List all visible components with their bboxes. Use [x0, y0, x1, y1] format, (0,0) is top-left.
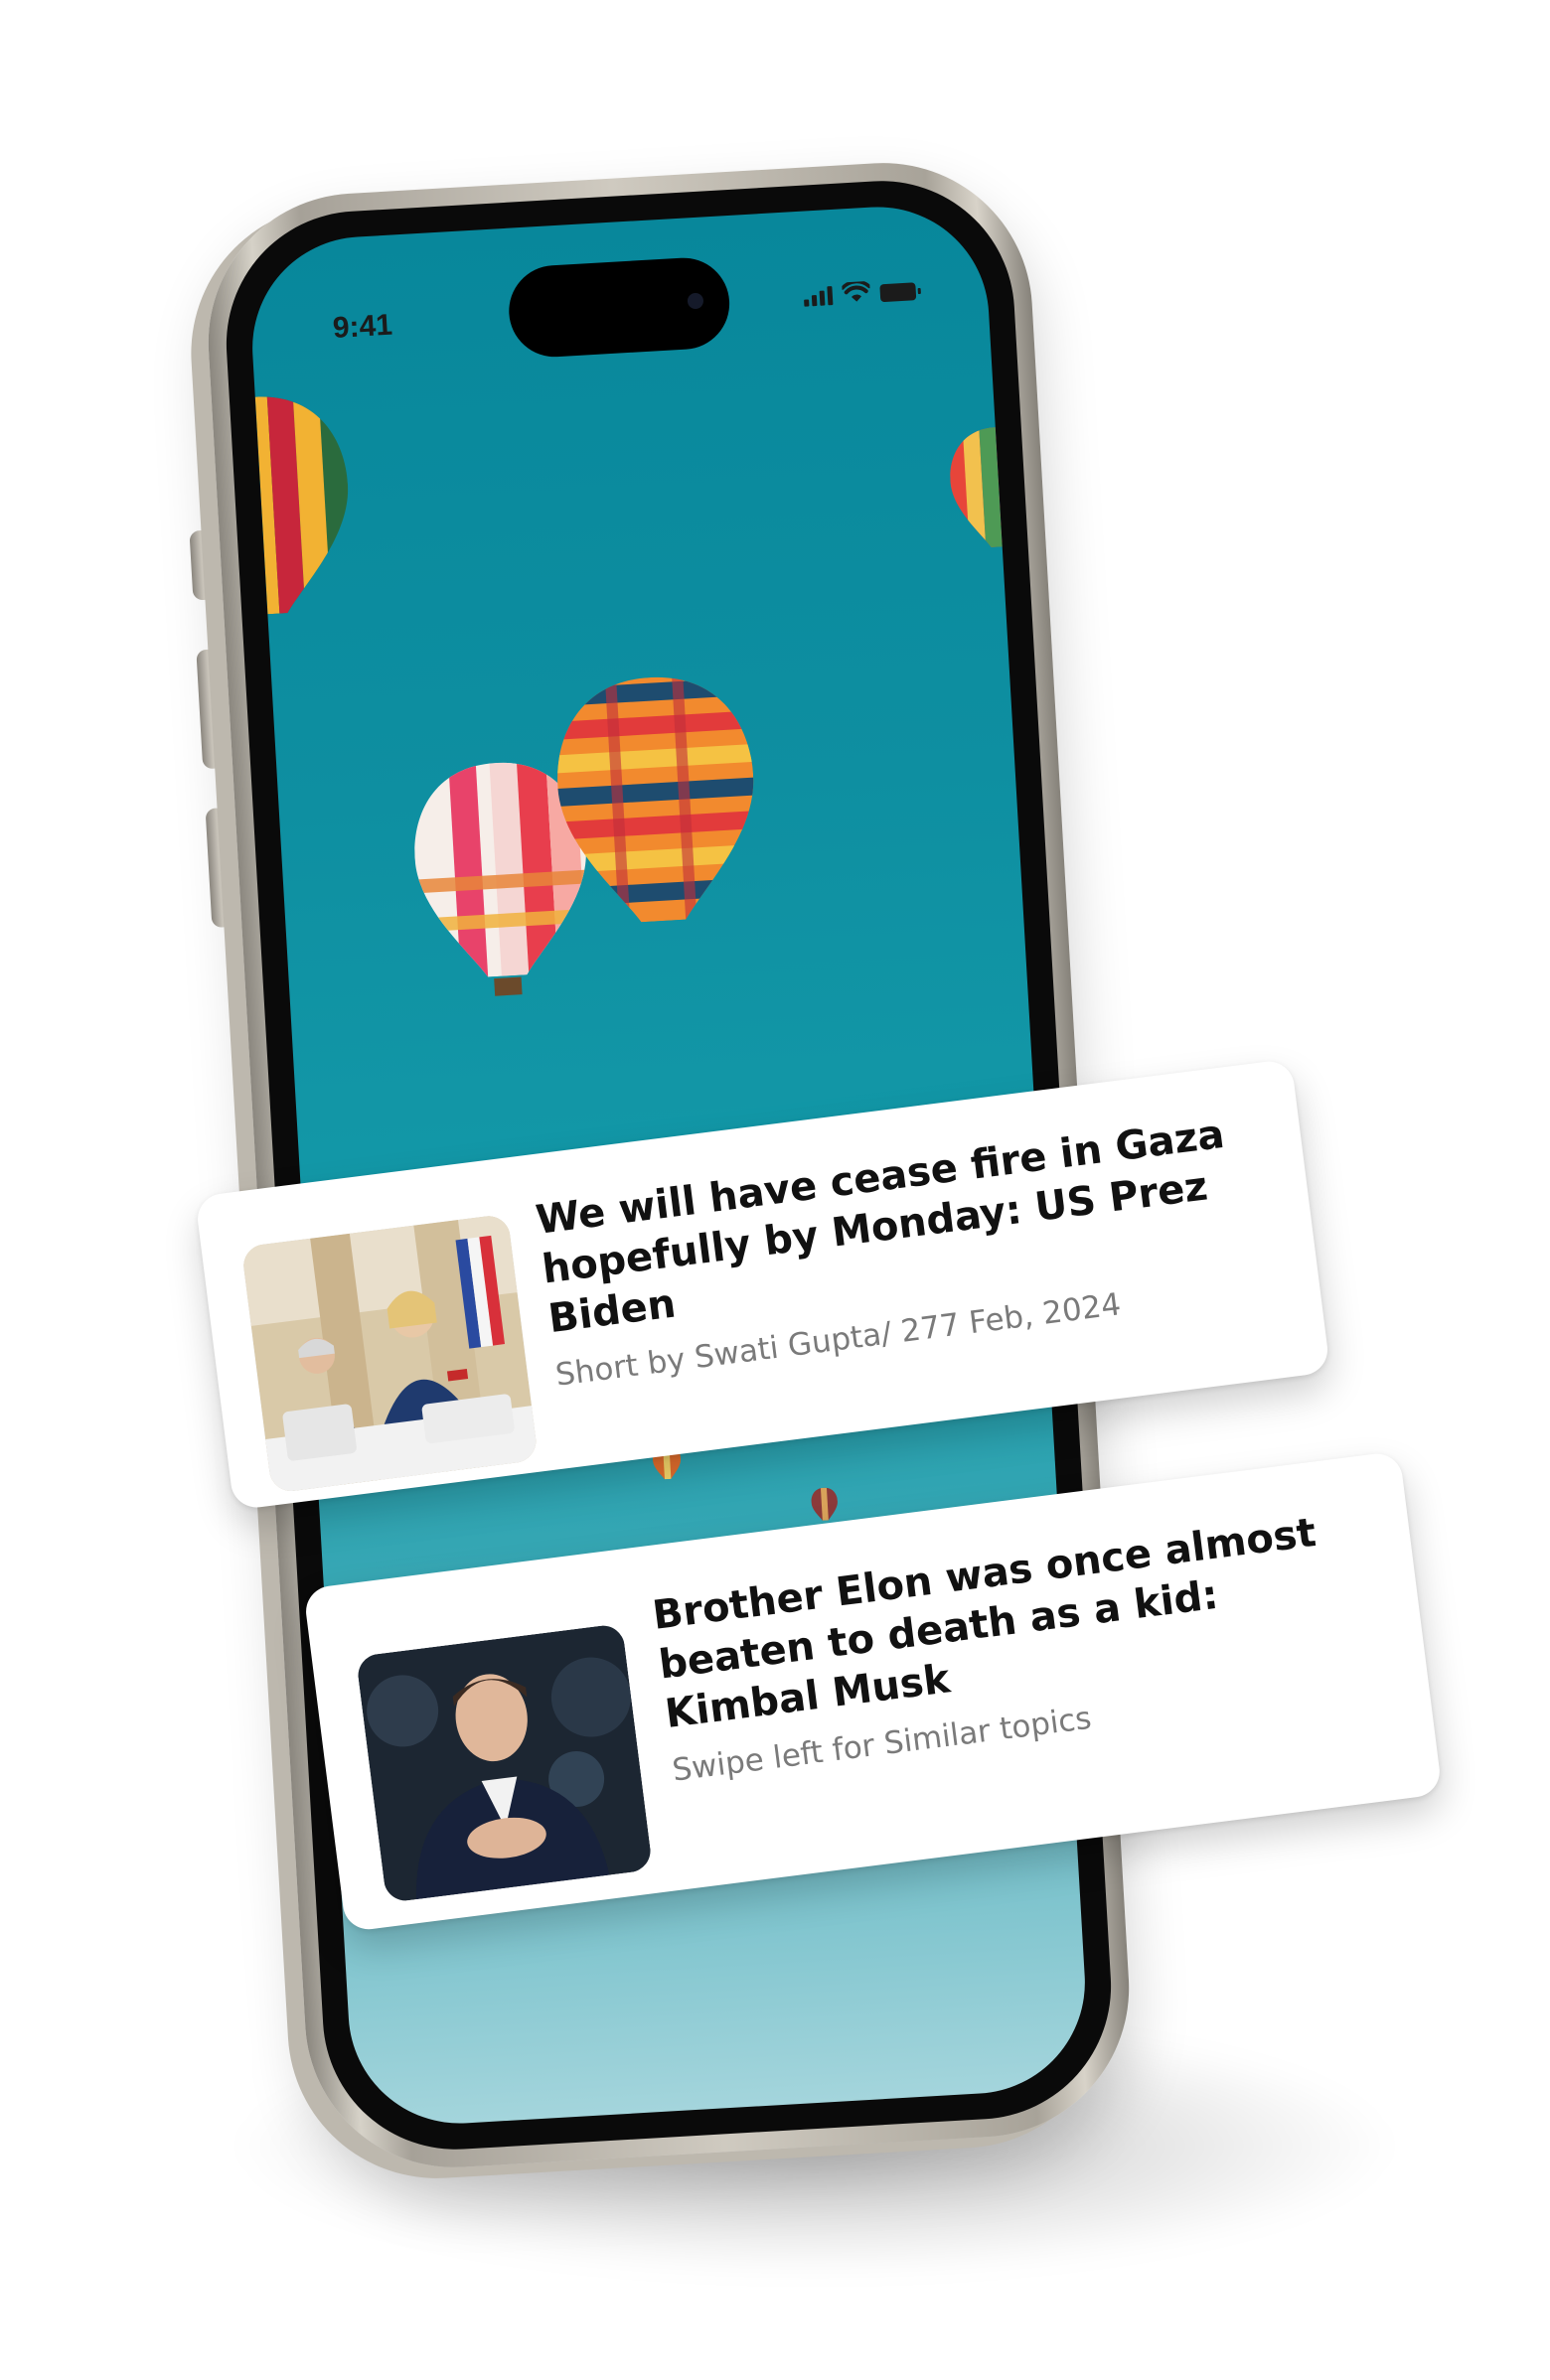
promo-stage: 9:41 We will have cease fire in Gaza hop…	[0, 0, 1550, 2380]
status-time: 9:41	[331, 308, 393, 346]
press-conference-photo-icon	[240, 1213, 539, 1494]
dynamic-island	[506, 255, 732, 360]
battery-icon	[879, 282, 917, 303]
cellular-signal-icon	[803, 283, 834, 307]
news-card-text: Brother Elon was once almost beaten to d…	[650, 1501, 1390, 1789]
wifi-icon	[842, 280, 871, 302]
action-button	[189, 529, 216, 601]
balloon-icon	[551, 671, 762, 927]
volume-up-button	[196, 649, 226, 770]
front-camera	[687, 292, 704, 310]
news-card-text: We will have cease fire in Gaza hopefull…	[534, 1105, 1282, 1394]
news-thumbnail	[240, 1213, 539, 1494]
portrait-photo-icon	[355, 1623, 654, 1903]
news-thumbnail	[355, 1623, 654, 1903]
volume-down-button	[205, 807, 234, 929]
